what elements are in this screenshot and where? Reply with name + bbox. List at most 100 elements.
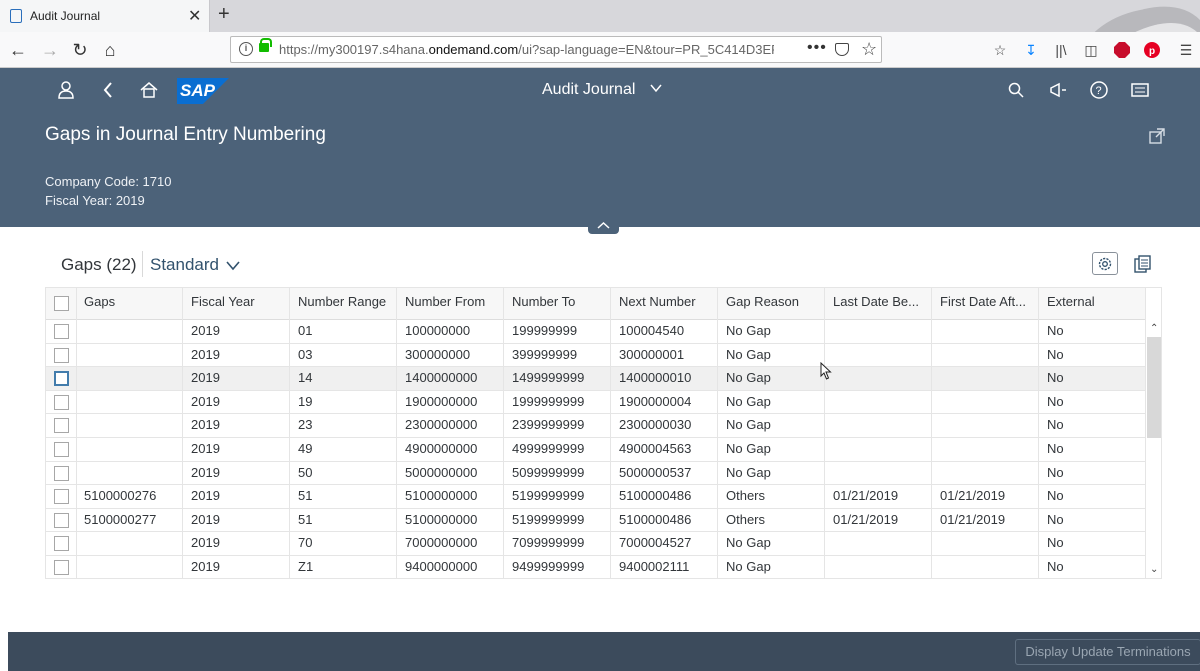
column-header[interactable]: First Date Aft... <box>932 288 1039 320</box>
table-cell: 01/21/2019 <box>932 485 1039 509</box>
scrollbar-thumb[interactable] <box>1147 337 1161 438</box>
column-header[interactable]: Gaps <box>76 288 183 320</box>
sidebar-icon[interactable]: ◫ <box>1081 40 1101 60</box>
scroll-up-icon[interactable]: ⌃ <box>1150 323 1158 334</box>
table-cell <box>825 461 932 485</box>
url-text[interactable]: https://my300197.s4hana.ondemand.com/ui?… <box>279 42 774 57</box>
table-row[interactable]: 2019 14 1400000000 1499999999 1400000010 No G… <box>46 367 1146 391</box>
browser-tab[interactable]: Audit Journal ✕ <box>0 0 210 32</box>
table-row[interactable]: 2019 Z1 9400000000 9499999999 9400002111 No G… <box>46 556 1146 578</box>
scroll-down-icon[interactable]: ⌄ <box>1150 564 1158 575</box>
table-cell: 2019 <box>183 367 290 391</box>
table-cell: Others <box>718 508 825 532</box>
table-cell: No Gap <box>718 461 825 485</box>
row-checkbox[interactable] <box>54 560 69 575</box>
table-cell <box>932 461 1039 485</box>
variant-selector[interactable]: Standard <box>150 255 219 275</box>
column-header[interactable]: Number To <box>504 288 611 320</box>
table-cell <box>76 390 183 414</box>
table-row[interactable]: 2019 19 1900000000 1999999999 1900000004 No G… <box>46 390 1146 415</box>
chevron-up-icon <box>597 221 610 229</box>
adblock-icon[interactable] <box>1112 40 1132 60</box>
row-checkbox[interactable] <box>54 489 69 505</box>
chevron-down-icon[interactable] <box>650 82 662 94</box>
megaphone-icon[interactable] <box>1047 79 1069 101</box>
gaps-table: Gaps Fiscal Year Number Range Number From Nu… <box>45 287 1162 579</box>
back-icon[interactable]: ← <box>6 38 30 62</box>
new-tab-icon[interactable]: + <box>218 3 230 26</box>
sap-logo[interactable]: SAP <box>177 78 229 104</box>
row-checkbox[interactable] <box>54 536 69 552</box>
url-bar[interactable]: i https://my300197.s4hana.ondemand.com/u… <box>230 36 882 63</box>
column-header[interactable]: Next Number <box>611 288 718 320</box>
table-row[interactable]: 2019 23 2300000000 2399999999 2300000030 No G… <box>46 414 1146 438</box>
notifications-menu-icon[interactable] <box>1129 79 1151 101</box>
table-row[interactable]: 2019 50 5000000000 5099999999 5000000537 No G… <box>46 461 1146 486</box>
table-cell: 1900000000 <box>397 390 504 414</box>
table-cell: 1999999999 <box>504 390 611 414</box>
table-row[interactable]: 2019 03 300000000 399999999 300000001 No Gap N… <box>46 343 1146 368</box>
close-tab-icon[interactable]: ✕ <box>188 6 201 26</box>
reload-icon[interactable]: ↻ <box>68 38 92 62</box>
table-cell: 300000000 <box>397 343 504 367</box>
app-title[interactable]: Audit Journal <box>542 81 635 99</box>
column-header[interactable]: Gap Reason <box>718 288 825 320</box>
table-row[interactable]: 2019 70 7000000000 7099999999 7000004527 No G… <box>46 532 1146 556</box>
chevron-down-icon[interactable] <box>225 258 241 272</box>
collapse-header-button[interactable] <box>588 218 619 234</box>
help-icon[interactable]: ? <box>1088 79 1110 101</box>
svg-text:?: ? <box>1096 85 1102 97</box>
row-checkbox[interactable] <box>54 442 69 457</box>
pocket-icon[interactable] <box>835 43 849 56</box>
library-icon[interactable]: ||\ <box>1051 40 1071 60</box>
table-row[interactable]: 5100000277 2019 51 5100000000 5199999999 5100… <box>46 508 1146 533</box>
user-icon[interactable] <box>55 79 77 101</box>
table-cell: Z1 <box>290 556 397 578</box>
info-icon[interactable]: i <box>239 42 253 56</box>
row-checkbox[interactable] <box>54 465 69 481</box>
table-cell: 2019 <box>183 390 290 414</box>
display-update-terminations-button[interactable]: Display Update Terminations <box>1015 639 1200 665</box>
tab-title: Audit Journal <box>30 9 101 23</box>
table-cell: No <box>1039 438 1146 461</box>
column-header[interactable]: Fiscal Year <box>183 288 290 320</box>
table-cell: 2399999999 <box>504 414 611 438</box>
table-row[interactable]: 5100000276 2019 51 5100000000 5199999999 5100… <box>46 485 1146 509</box>
row-checkbox[interactable] <box>54 347 69 363</box>
table-row[interactable]: 2019 01 100000000 199999999 100004540 No Gap N… <box>46 320 1146 344</box>
more-actions-icon[interactable]: ••• <box>807 39 827 57</box>
home-nav-icon[interactable] <box>138 79 160 101</box>
home-icon[interactable]: ⌂ <box>98 38 122 62</box>
table-cell: No Gap <box>718 414 825 438</box>
table-cell: No <box>1039 367 1146 391</box>
export-icon[interactable] <box>1133 254 1153 274</box>
table-cell: 49 <box>290 438 397 461</box>
table-cell <box>932 367 1039 391</box>
back-nav-icon[interactable] <box>97 79 119 101</box>
table-cell: 100004540 <box>611 320 718 343</box>
menu-icon[interactable]: ☰ <box>1176 40 1196 60</box>
column-header[interactable]: External <box>1039 288 1146 320</box>
row-checkbox[interactable] <box>54 512 69 528</box>
table-cell: No <box>1039 390 1146 414</box>
search-icon[interactable] <box>1005 79 1027 101</box>
row-checkbox[interactable] <box>54 418 69 434</box>
select-all-checkbox[interactable] <box>54 296 69 311</box>
row-checkbox[interactable] <box>54 324 69 339</box>
bookmark-star-icon[interactable]: ☆ <box>861 39 877 60</box>
row-checkbox[interactable] <box>54 371 69 387</box>
pinterest-icon[interactable]: p <box>1142 40 1162 60</box>
row-checkbox[interactable] <box>54 394 69 410</box>
column-header[interactable]: Last Date Be... <box>825 288 932 320</box>
column-header[interactable]: Number Range <box>290 288 397 320</box>
forward-icon[interactable]: → <box>38 38 62 62</box>
vertical-scrollbar[interactable]: ⌃ ⌄ <box>1146 320 1161 578</box>
download-icon[interactable]: ↧ <box>1021 40 1041 60</box>
column-header[interactable]: Number From <box>397 288 504 320</box>
bookmark-manager-icon[interactable]: ☆ <box>990 40 1010 60</box>
table-settings-button[interactable] <box>1092 252 1118 275</box>
table-cell: No Gap <box>718 320 825 343</box>
table-row[interactable]: 2019 49 4900000000 4999999999 4900004563 No G… <box>46 438 1146 462</box>
browser-tab-bar: Audit Journal ✕ + <box>0 0 1200 68</box>
share-icon[interactable] <box>1148 127 1166 145</box>
